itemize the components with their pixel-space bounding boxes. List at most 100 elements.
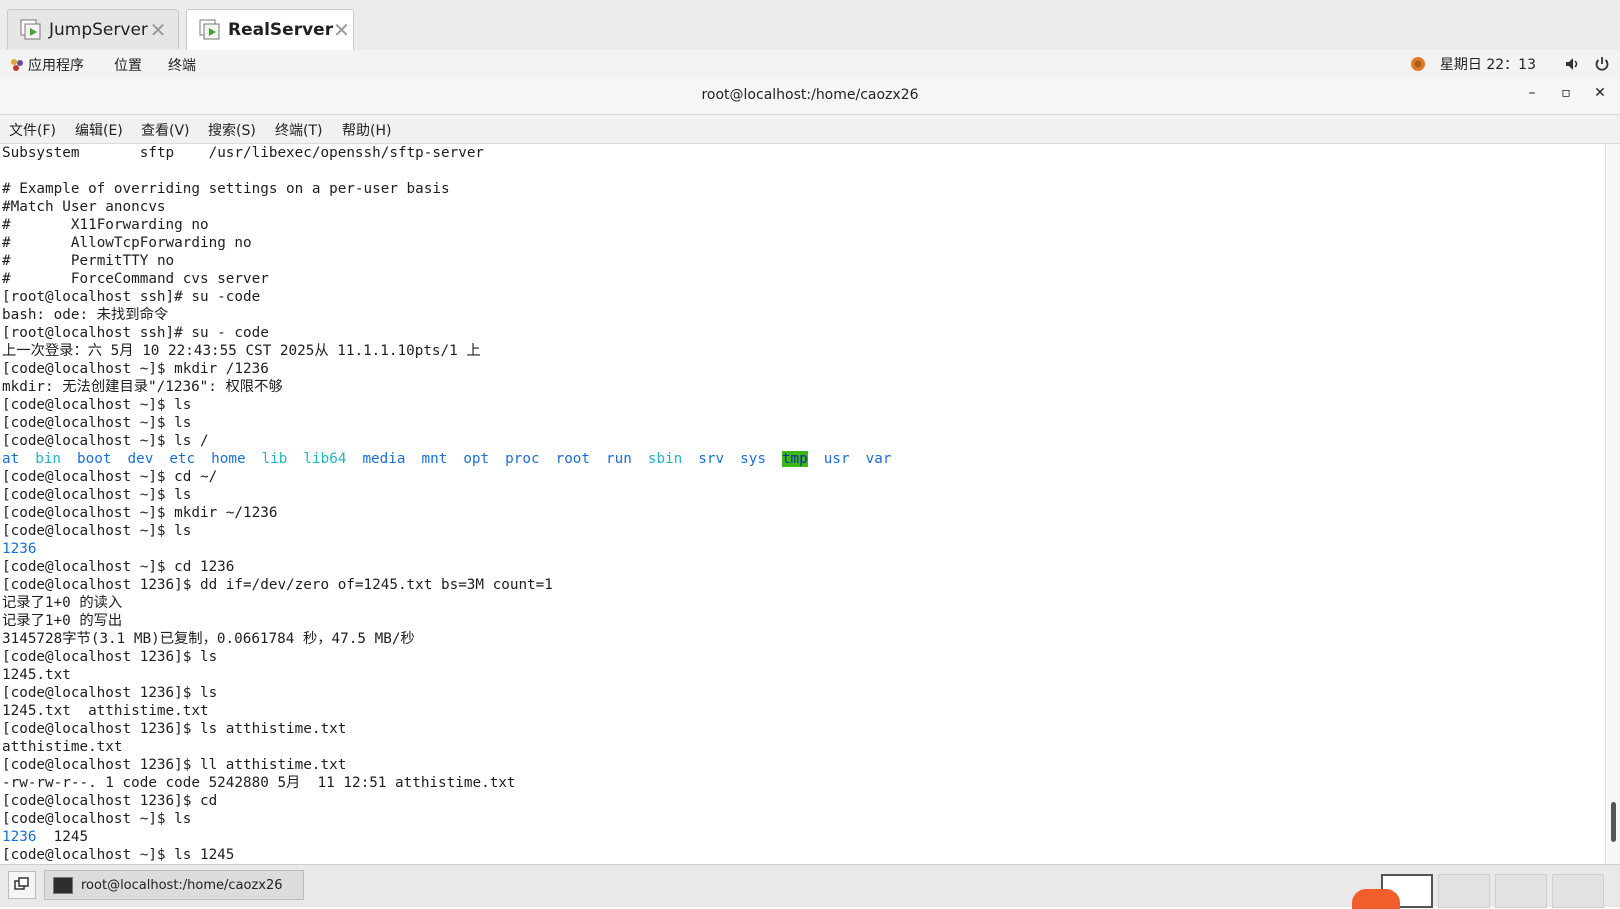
terminal-scrollbar[interactable] (1605, 144, 1620, 864)
menu-terminal[interactable]: 终端(T) (275, 120, 322, 140)
terminal-line: mkdir: 无法创建目录"/1236": 权限不够 (2, 379, 283, 395)
taskbar-terminal-task[interactable]: root@localhost:/home/caozx26 (44, 870, 304, 900)
console-icon (20, 19, 42, 41)
terminal-line: Subsystem sftp /usr/libexec/openssh/sftp… (2, 145, 485, 161)
dir-entry: usr (823, 451, 850, 467)
terminal-line: 记录了1+0 的写出 (2, 613, 123, 629)
dir-entry: root (555, 451, 591, 467)
task-label: root@localhost:/home/caozx26 (81, 877, 283, 893)
terminal-icon (53, 876, 73, 894)
workspace-4[interactable] (1552, 874, 1604, 908)
terminal-line: [code@localhost 1236]$ ls (2, 649, 218, 665)
terminal-line: # ForceCommand cvs server (2, 271, 269, 287)
terminal-line: [code@localhost 1236]$ ls atthistime.txt (2, 721, 347, 737)
terminal-line: # X11Forwarding no (2, 217, 209, 233)
terminal-line: [code@localhost 1236]$ cd (2, 793, 218, 809)
terminal-line: 1245.txt atthistime.txt (2, 703, 209, 719)
clock[interactable]: 星期日 22：13 (1440, 54, 1536, 74)
terminal-line: -rw-rw-r--. 1 code code 5242880 5月 11 12… (2, 775, 516, 791)
terminal-line: [root@localhost ssh]# su - code (2, 325, 269, 341)
gnome-top-panel: 应用程序 位置 终端 星期日 22：13 (0, 50, 1620, 79)
terminal-line: [code@localhost ~]$ cd 1236 (2, 559, 235, 575)
terminal-line: atthistime.txt (2, 739, 123, 755)
terminal-menu[interactable]: 终端 (168, 55, 196, 75)
console-icon (199, 19, 221, 41)
menu-edit[interactable]: 编辑(E) (75, 120, 123, 140)
close-icon[interactable]: ✕ (148, 18, 168, 42)
places-menu[interactable]: 位置 (114, 55, 142, 75)
dir-entry: boot (77, 451, 112, 467)
terminal-menubar: 文件(F) 编辑(E) 查看(V) 搜索(S) 终端(T) 帮助(H) (0, 115, 1620, 144)
terminal-line: [code@localhost 1236]$ ls (2, 685, 218, 701)
terminal-line: [code@localhost ~]$ mkdir /1236 (2, 361, 269, 377)
terminal-prompt-line: [code@localhost ~]$ ls 1245 (2, 847, 235, 863)
menu-view[interactable]: 查看(V) (141, 120, 190, 140)
dir-entry: at (2, 451, 20, 467)
applications-icon (10, 58, 24, 72)
applications-menu[interactable]: 应用程序 (10, 55, 84, 75)
volume-icon[interactable] (1564, 56, 1580, 72)
terminal-line: [code@localhost ~]$ ls (2, 415, 192, 431)
maximize-button[interactable]: ▫ (1555, 85, 1577, 105)
terminal-line: 上一次登录：六 5月 10 22:43:55 CST 2025从 11.1.1.… (2, 343, 481, 359)
terminal-line: [code@localhost ~]$ mkdir ~/1236 (2, 505, 278, 521)
dir-entry: dev (127, 451, 154, 467)
dir-entry: sbin (647, 451, 683, 467)
dir-listing: at bin boot dev etc home lib lib64 media mnt opt pr… (0, 450, 1605, 468)
menu-help[interactable]: 帮助(H) (342, 120, 391, 140)
dir-entry: 1236 (2, 541, 37, 557)
terminal-line: [code@localhost ~]$ ls / (2, 433, 209, 449)
user-status-icon[interactable] (1410, 56, 1426, 72)
workspace-3[interactable] (1495, 874, 1547, 908)
dir-entry: lib64 (303, 451, 347, 467)
terminal-line: [code@localhost 1236]$ ll atthistime.txt (2, 757, 347, 773)
dir-entry: tmp (781, 451, 808, 467)
dir-entry: home (211, 451, 246, 467)
terminal-line: #Match User anoncvs (2, 199, 166, 215)
terminal-line: [code@localhost ~]$ cd ~/ (2, 469, 218, 485)
dir-entry: var (865, 451, 892, 467)
dir-entry: mnt (421, 451, 448, 467)
tab-jumpserver[interactable]: JumpServer ✕ (7, 9, 179, 49)
terminal-line: 1245.txt (2, 667, 71, 683)
terminal-line: [code@localhost 1236]$ dd if=/dev/zero o… (2, 577, 553, 593)
show-desktop-button[interactable] (8, 871, 36, 899)
dir-entry: sys (740, 451, 766, 467)
dir-entry: opt (463, 451, 490, 467)
terminal-line: bash: ode: 未找到命令 (2, 307, 169, 323)
workspace-2[interactable] (1438, 874, 1490, 908)
dir-entry: bin (35, 451, 62, 467)
terminal-line: [code@localhost ~]$ ls (2, 811, 192, 827)
status-area: 星期日 22：13 (1410, 54, 1610, 74)
close-button[interactable]: ✕ (1589, 85, 1611, 105)
tab-label: RealServer (228, 20, 334, 40)
applications-label: 应用程序 (28, 58, 84, 74)
window-title: root@localhost:/home/caozx26 (701, 87, 919, 103)
terminal-output[interactable]: Subsystem sftp /usr/libexec/openssh/sftp… (0, 144, 1605, 864)
dir-entry: 1236 (2, 829, 37, 845)
tab-label: JumpServer (49, 19, 148, 40)
close-icon[interactable]: ✕ (333, 18, 350, 42)
dir-entry: etc (169, 451, 196, 467)
terminal-line: # Example of overriding settings on a pe… (2, 181, 450, 197)
power-icon[interactable] (1594, 56, 1610, 72)
dir-entry: run (606, 451, 632, 467)
file-entry: 1245 (36, 829, 89, 845)
menu-file[interactable]: 文件(F) (9, 120, 56, 140)
window-titlebar[interactable]: root@localhost:/home/caozx26 – ▫ ✕ (0, 78, 1620, 115)
tab-realserver[interactable]: RealServer ✕ (186, 9, 354, 50)
terminal-line: [code@localhost ~]$ ls (2, 397, 192, 413)
dir-entry: lib (261, 451, 288, 467)
terminal-line: [root@localhost ssh]# su -code (2, 289, 261, 305)
minimize-button[interactable]: – (1521, 85, 1543, 105)
terminal-line: 3145728字节(3.1 MB)已复制，0.0661784 秒，47.5 MB… (2, 631, 415, 647)
terminal-line: 1236 1245 (0, 828, 1605, 846)
dir-entry: proc (505, 451, 540, 467)
overlay-logo (1352, 889, 1400, 909)
terminal-line: 1236 (0, 540, 1605, 558)
scrollbar-thumb[interactable] (1611, 802, 1616, 842)
terminal-line: # AllowTcpForwarding no (2, 235, 252, 251)
dir-entry: media (362, 451, 406, 467)
menu-search[interactable]: 搜索(S) (208, 120, 256, 140)
